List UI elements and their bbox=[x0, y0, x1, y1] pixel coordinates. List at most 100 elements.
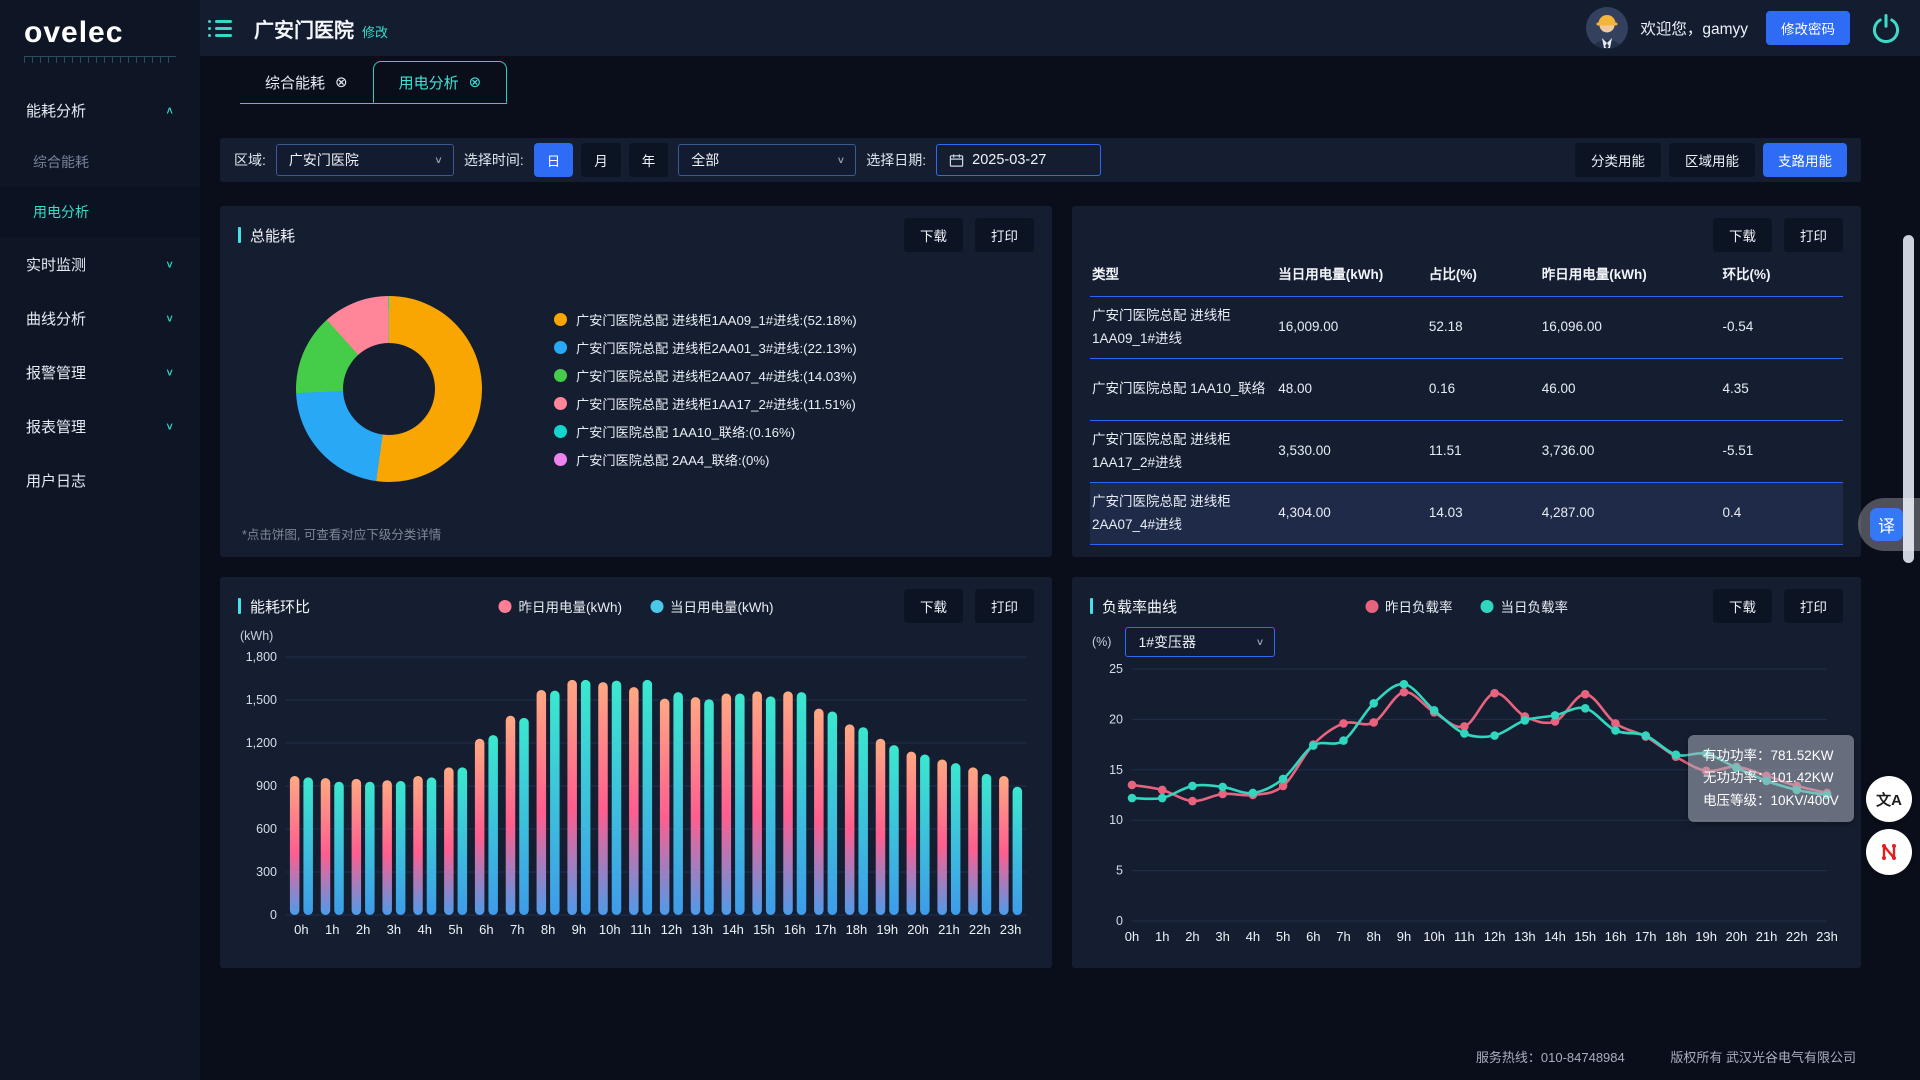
transformer-select[interactable]: 1#变压器 ∨ bbox=[1125, 627, 1275, 657]
time-button-日[interactable]: 日 bbox=[534, 143, 574, 177]
print-button[interactable]: 打印 bbox=[1784, 589, 1843, 623]
site-edit-link[interactable]: 修改 bbox=[362, 22, 388, 41]
download-button[interactable]: 下载 bbox=[1713, 218, 1772, 252]
sidebar-item[interactable]: 用户日志 bbox=[0, 453, 200, 507]
legend-item[interactable]: 当日负载率 bbox=[1481, 596, 1569, 616]
sidebar-item[interactable]: 报警管理∨ bbox=[0, 345, 200, 399]
svg-text:20h: 20h bbox=[907, 922, 929, 937]
table-row[interactable]: 广安门医院总配 进线柜1AA17_2#进线3,530.0011.513,736.… bbox=[1090, 420, 1843, 482]
svg-text:5: 5 bbox=[1116, 864, 1123, 878]
chevron-down-icon: ∨ bbox=[1256, 636, 1265, 647]
mode-button[interactable]: 支路用能 bbox=[1763, 143, 1847, 177]
pie-legend-item[interactable]: 广安门医院总配 进线柜2AA07_4#进线:(14.03%) bbox=[554, 366, 857, 385]
print-button[interactable]: 打印 bbox=[1784, 218, 1843, 252]
sidebar-item[interactable]: 曲线分析∨ bbox=[0, 291, 200, 345]
svg-text:21h: 21h bbox=[1756, 929, 1778, 944]
close-icon[interactable]: ⊗ bbox=[469, 73, 482, 91]
tab-label: 用电分析 bbox=[399, 72, 459, 93]
tab-inactive[interactable]: 综合能耗⊗ bbox=[240, 61, 373, 103]
sidebar-item[interactable]: 能耗分析∧ bbox=[0, 83, 200, 137]
svg-text:17h: 17h bbox=[815, 922, 837, 937]
sidebar-item[interactable]: 报表管理∨ bbox=[0, 399, 200, 453]
svg-text:3h: 3h bbox=[1215, 929, 1229, 944]
hotline-label: 服务热线： bbox=[1476, 1050, 1541, 1065]
time-button-年[interactable]: 年 bbox=[629, 143, 669, 177]
scope-select[interactable]: 全部 ∨ bbox=[678, 144, 856, 176]
legend-label: 广安门医院总配 1AA10_联络:(0.16%) bbox=[576, 422, 795, 441]
download-button[interactable]: 下载 bbox=[1713, 589, 1772, 623]
table-row[interactable]: 广安门医院总配 进线柜1AA09_1#进线16,009.0052.1816,09… bbox=[1090, 296, 1843, 358]
svg-text:10h: 10h bbox=[1423, 929, 1445, 944]
panel-energy-table: 下载 打印 类型当日用电量(kWh)占比(%)昨日用电量(kWh)环比(%)广安… bbox=[1072, 206, 1861, 557]
menu-toggle-icon[interactable] bbox=[208, 20, 232, 37]
sidebar-item-label: 报表管理 bbox=[26, 416, 86, 437]
svg-text:1h: 1h bbox=[325, 922, 339, 937]
n-share-button[interactable] bbox=[1866, 829, 1912, 875]
legend-item[interactable]: 当日用电量(kWh) bbox=[650, 596, 774, 616]
table-cell: 11.51 bbox=[1429, 440, 1542, 463]
table-cell: 0.16 bbox=[1429, 378, 1542, 401]
pie-chart[interactable] bbox=[296, 296, 482, 482]
sidebar-nav: 能耗分析∧综合能耗用电分析实时监测∨曲线分析∨报警管理∨报表管理∨用户日志 bbox=[0, 83, 200, 507]
svg-text:20h: 20h bbox=[1725, 929, 1747, 944]
table-cell: 广安门医院总配 1AA10_联络 bbox=[1090, 378, 1278, 401]
svg-text:25: 25 bbox=[1109, 662, 1123, 676]
mode-button[interactable]: 区域用能 bbox=[1669, 143, 1755, 177]
power-icon[interactable] bbox=[1870, 12, 1902, 44]
svg-text:300: 300 bbox=[256, 865, 277, 879]
svg-text:0: 0 bbox=[270, 908, 277, 922]
sidebar-subitem[interactable]: 用电分析 bbox=[0, 187, 200, 237]
table-cell: 3,530.00 bbox=[1278, 440, 1429, 463]
svg-text:2h: 2h bbox=[356, 922, 370, 937]
panels-grid: 总能耗 下载 打印 广安门医院总配 进线柜1AA09_1#进线:(52.18%)… bbox=[220, 206, 1861, 968]
translate-float-button[interactable]: 译 bbox=[1858, 498, 1920, 551]
legend-label: 广安门医院总配 进线柜2AA01_3#进线:(22.13%) bbox=[576, 338, 857, 357]
tab-active[interactable]: 用电分析 ⊗ bbox=[373, 61, 508, 103]
svg-text:22h: 22h bbox=[969, 922, 991, 937]
bar-chart: 03006009001,2001,5001,8000h1h2h3h4h5h6h7… bbox=[238, 645, 1034, 941]
svg-text:9h: 9h bbox=[1397, 929, 1411, 944]
close-icon[interactable]: ⊗ bbox=[335, 73, 348, 91]
translate-badge-icon: 译 bbox=[1870, 508, 1903, 541]
table-row[interactable]: 广安门医院总配 进线柜2AA07_4#进线4,304.0014.034,287.… bbox=[1090, 482, 1843, 544]
download-button[interactable]: 下载 bbox=[904, 218, 963, 252]
time-button-月[interactable]: 月 bbox=[581, 143, 621, 177]
print-button[interactable]: 打印 bbox=[975, 589, 1034, 623]
svg-text:900: 900 bbox=[256, 779, 277, 793]
pie-legend-item[interactable]: 广安门医院总配 进线柜1AA09_1#进线:(52.18%) bbox=[554, 310, 857, 329]
change-password-button[interactable]: 修改密码 bbox=[1766, 11, 1850, 45]
table-row[interactable]: 广安门医院总配 1AA10_联络48.000.1646.004.35 bbox=[1090, 358, 1843, 420]
red-n-network-icon bbox=[1877, 840, 1901, 864]
sidebar-subitem[interactable]: 综合能耗 bbox=[0, 137, 200, 187]
svg-text:3h: 3h bbox=[387, 922, 401, 937]
svg-text:0: 0 bbox=[1116, 914, 1123, 928]
date-label: 选择日期: bbox=[866, 150, 926, 170]
pie-legend-item[interactable]: 广安门医院总配 进线柜2AA01_3#进线:(22.13%) bbox=[554, 338, 857, 357]
svg-text:14h: 14h bbox=[1544, 929, 1566, 944]
sidebar-item[interactable]: 实时监测∨ bbox=[0, 237, 200, 291]
svg-text:10h: 10h bbox=[599, 922, 621, 937]
svg-text:11h: 11h bbox=[1454, 929, 1475, 944]
svg-text:18h: 18h bbox=[846, 922, 868, 937]
legend-item[interactable]: 昨日用电量(kWh) bbox=[499, 596, 623, 616]
pie-legend-item[interactable]: 广安门医院总配 进线柜1AA17_2#进线:(11.51%) bbox=[554, 394, 857, 413]
table-cell: 4.35 bbox=[1723, 378, 1843, 401]
table-cell: 14.03 bbox=[1429, 502, 1542, 525]
download-button[interactable]: 下载 bbox=[904, 589, 963, 623]
translate-circle-button[interactable]: 文A bbox=[1866, 776, 1912, 822]
svg-text:1,200: 1,200 bbox=[246, 736, 277, 750]
area-select[interactable]: 广安门医院 ∨ bbox=[276, 144, 454, 176]
date-picker[interactable]: 2025-03-27 bbox=[936, 144, 1101, 176]
svg-text:6h: 6h bbox=[479, 922, 493, 937]
time-range-buttons: 日月年 bbox=[534, 143, 669, 177]
legend-label: 广安门医院总配 2AA4_联络:(0%) bbox=[576, 450, 769, 469]
mode-button[interactable]: 分类用能 bbox=[1575, 143, 1661, 177]
pie-legend-item[interactable]: 广安门医院总配 2AA4_联络:(0%) bbox=[554, 450, 857, 469]
legend-item[interactable]: 昨日负载率 bbox=[1365, 596, 1453, 616]
table-cell: 16,096.00 bbox=[1542, 316, 1723, 339]
legend-dot bbox=[554, 397, 567, 410]
svg-text:23h: 23h bbox=[1000, 922, 1022, 937]
svg-text:16h: 16h bbox=[1605, 929, 1627, 944]
print-button[interactable]: 打印 bbox=[975, 218, 1034, 252]
pie-legend-item[interactable]: 广安门医院总配 1AA10_联络:(0.16%) bbox=[554, 422, 857, 441]
